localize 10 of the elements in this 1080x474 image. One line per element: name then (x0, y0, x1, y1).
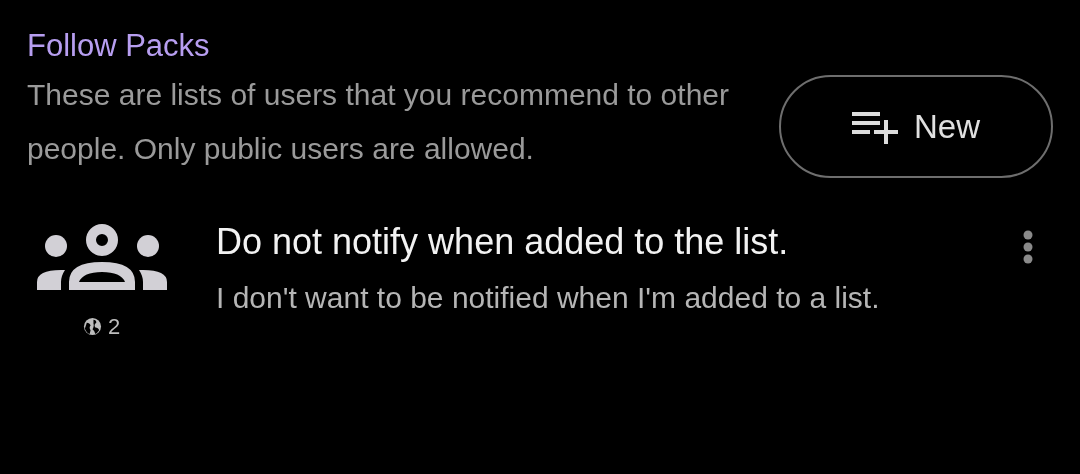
more-options-icon[interactable] (1023, 230, 1033, 264)
section-description: These are lists of users that you recommend to other people. Only public users are allowed. (27, 77, 730, 167)
group-icon (34, 224, 169, 290)
section-title: Follow Packs (27, 27, 210, 65)
pack-description: I don't want to be notified when I'm added to a list. (216, 280, 881, 316)
playlist-add-icon (852, 109, 898, 144)
pack-title[interactable]: Do not notify when added to the list. (216, 218, 1019, 266)
globe-icon (82, 317, 102, 336)
member-count: 2 (107, 313, 121, 341)
new-button[interactable]: New (779, 75, 1053, 178)
